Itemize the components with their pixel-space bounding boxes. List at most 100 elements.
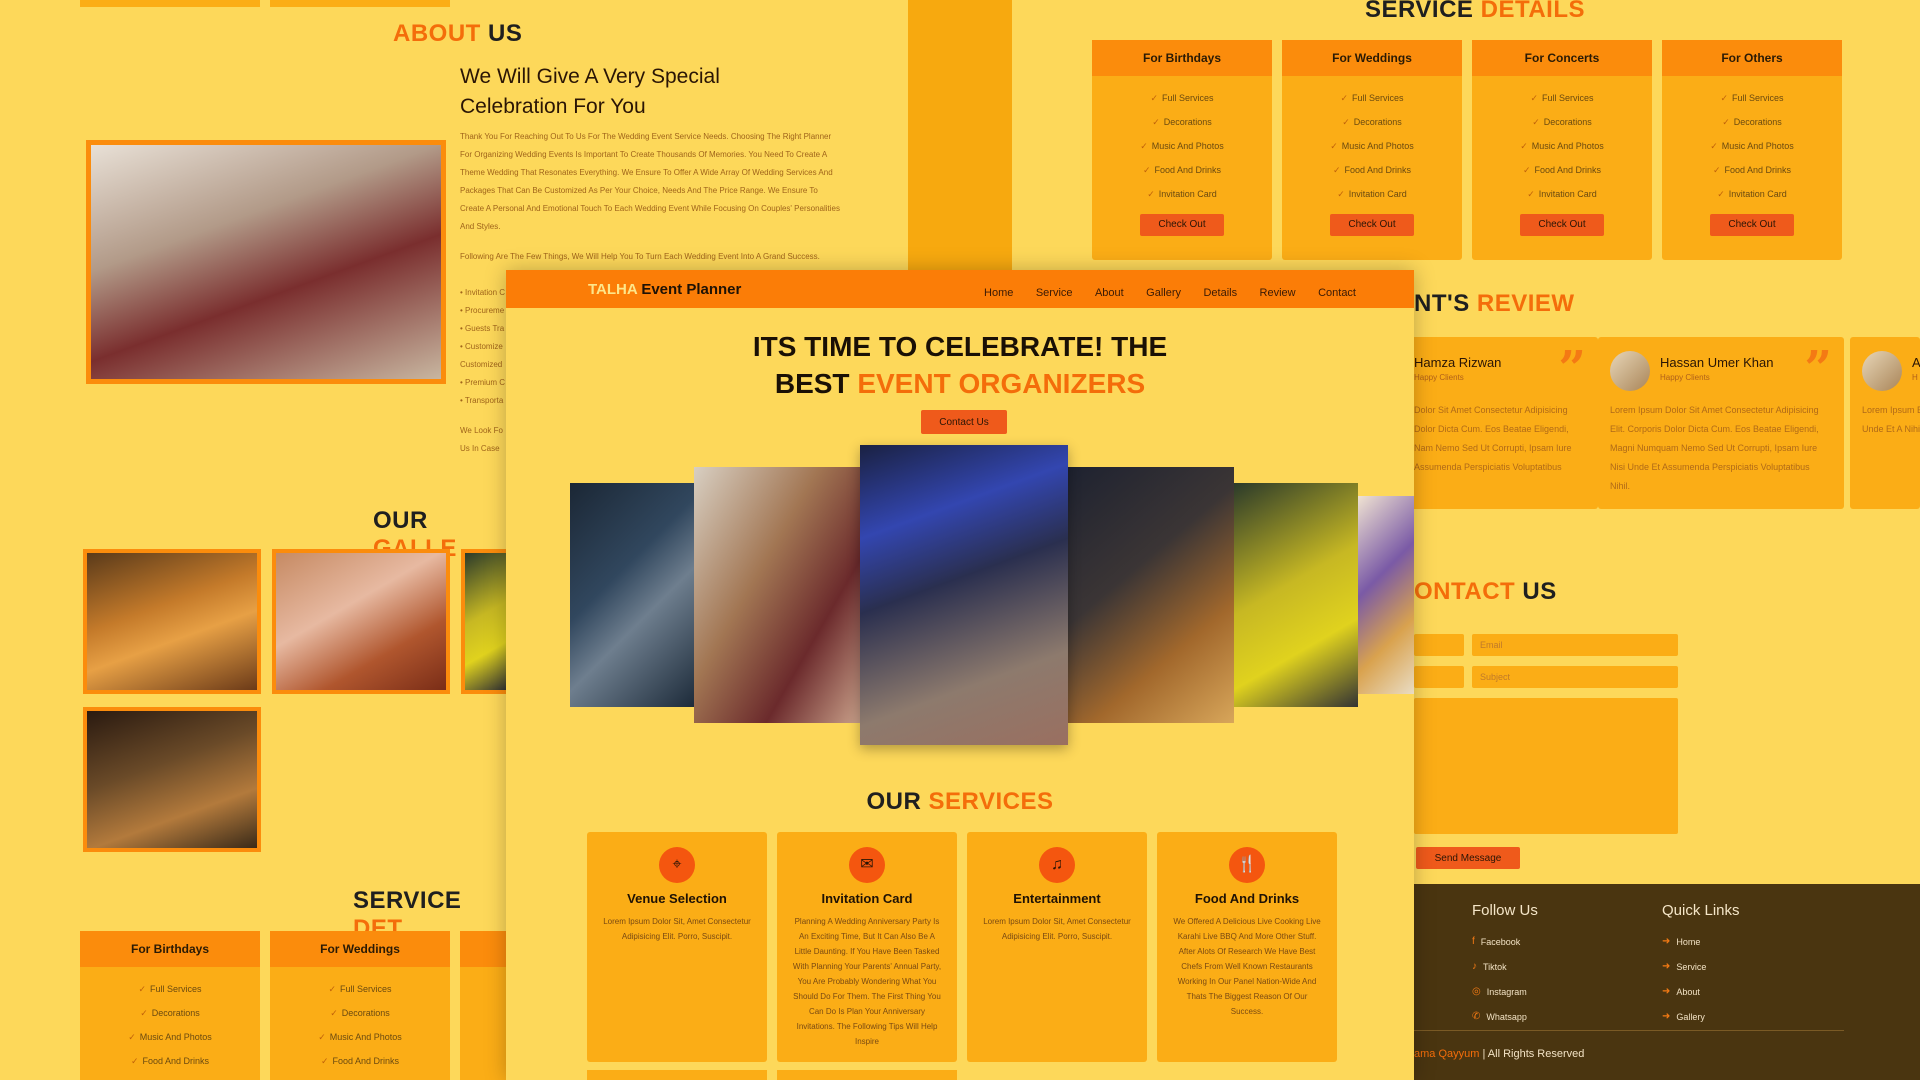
about-bullet: Customized xyxy=(460,360,503,369)
reviewer-role: H xyxy=(1912,373,1918,382)
check-out-button[interactable]: Check Out xyxy=(1710,214,1794,236)
about-paragraph-2: Following Are The Few Things, We Will He… xyxy=(460,252,820,261)
nav-gallery[interactable]: Gallery xyxy=(1146,287,1181,299)
tiktok-icon: ♪ xyxy=(1472,961,1477,972)
service-details-heading: SERVICE DETAILS xyxy=(1365,0,1585,23)
nav-service[interactable]: Service xyxy=(1036,287,1073,299)
reviewer-name: A xyxy=(1912,355,1920,370)
check-icon: ✓ xyxy=(1337,189,1345,199)
check-out-button[interactable]: Check Out xyxy=(1520,214,1604,236)
check-icon: ✓ xyxy=(1152,117,1160,127)
avatar xyxy=(1610,351,1650,391)
footer-link-facebook[interactable]: f Facebook xyxy=(1472,929,1527,954)
service-card-birthdays: For Birthdays ✓ Full Services ✓ Decoration… xyxy=(1092,40,1272,260)
check-icon: ✓ xyxy=(140,1008,148,1018)
about-paragraph-3b: Us In Case xyxy=(460,444,500,453)
carousel-image[interactable] xyxy=(1234,483,1358,707)
about-title: We Will Give A Very Special Celebration … xyxy=(460,65,720,118)
check-icon: ✓ xyxy=(1150,93,1159,103)
check-icon: ✓ xyxy=(1332,165,1341,175)
check-icon: ✓ xyxy=(1520,141,1528,151)
check-out-button[interactable]: Check Out xyxy=(1140,214,1224,236)
check-out-button[interactable]: Check Out xyxy=(1330,214,1414,236)
service-card-others: For Others ✓ Full Services ✓ Decorations ✓… xyxy=(1662,40,1842,260)
carousel-image[interactable] xyxy=(1068,467,1234,723)
about-heading: ABOUT US xyxy=(393,20,523,47)
arrow-right-icon: ➜ xyxy=(1662,936,1671,947)
whatsapp-icon: ✆ xyxy=(1472,1011,1481,1022)
carousel-image[interactable] xyxy=(694,467,860,723)
about-bullet: • Guests Tra xyxy=(460,324,505,333)
footer-link-instagram[interactable]: ◎ Instagram xyxy=(1472,979,1527,1004)
check-icon: ✓ xyxy=(320,1056,329,1066)
nav-home[interactable]: Home xyxy=(984,287,1013,299)
arrow-right-icon: ➜ xyxy=(1662,986,1671,997)
service-details-section-bottom: SERVICE DET For Birthdays ✓ Full Services… xyxy=(0,879,506,1080)
check-icon: ✓ xyxy=(1712,165,1721,175)
quote-icon: ” xyxy=(1804,341,1832,397)
footer-link-home[interactable]: ➜ Home xyxy=(1662,929,1706,954)
about-bullet: • Invitation C xyxy=(460,288,506,297)
send-message-button[interactable]: Send Message xyxy=(1416,847,1520,869)
check-icon: ✓ xyxy=(138,984,147,994)
check-icon: ✓ xyxy=(1142,165,1151,175)
review-text: Lorem Ipsum Dolor Sit Amet Consectetur A… xyxy=(1610,405,1819,491)
service-entertainment: ♫ Entertainment Lorem Ipsum Dolor Sit, A… xyxy=(967,832,1147,1062)
nav-contact[interactable]: Contact xyxy=(1318,287,1356,299)
check-icon: ✓ xyxy=(1342,117,1350,127)
check-icon: ✓ xyxy=(1717,189,1725,199)
footer: Follow Us f Facebook ♪ Tiktok ◎ Instagram ✆… xyxy=(1414,884,1920,1080)
check-icon: ✓ xyxy=(1522,165,1531,175)
email-field[interactable]: Email xyxy=(1472,634,1678,656)
footer-link-about[interactable]: ➜ About xyxy=(1662,979,1706,1004)
check-icon: ✓ xyxy=(1147,189,1155,199)
carousel-image[interactable] xyxy=(570,483,694,707)
footer-link-tiktok[interactable]: ♪ Tiktok xyxy=(1472,954,1527,979)
check-icon: ✓ xyxy=(1710,141,1718,151)
nav-details[interactable]: Details xyxy=(1203,287,1237,299)
check-icon: ✓ xyxy=(1340,93,1349,103)
gallery-section: OUR GALLE xyxy=(0,497,506,879)
panel-divider xyxy=(908,0,1012,270)
review-card: Hamza Rizwan Happy Clients ” Dolor Sit A… xyxy=(1390,337,1598,509)
about-paragraph-3: We Look Fo xyxy=(460,426,503,435)
review-card: Hassan Umer Khan Happy Clients ” Lorem I… xyxy=(1598,337,1844,509)
nav-menu: Home Service About Gallery Details Revie… xyxy=(966,283,1356,301)
carousel-image-active[interactable] xyxy=(860,445,1068,745)
gallery-image[interactable] xyxy=(272,549,450,694)
gallery-image[interactable] xyxy=(461,549,506,694)
gallery-image[interactable] xyxy=(83,707,261,852)
check-icon: ✓ xyxy=(1140,141,1148,151)
follow-title: Follow Us xyxy=(1472,902,1538,919)
check-icon: ✓ xyxy=(1530,93,1539,103)
contact-us-button[interactable]: Contact Us xyxy=(921,410,1007,434)
footer-link-whatsapp[interactable]: ✆ Whatsapp xyxy=(1472,1004,1527,1029)
brand-logo[interactable]: TALHA Event Planner xyxy=(588,281,741,298)
check-icon: ✓ xyxy=(1722,117,1730,127)
service-card-birthdays: For Birthdays ✓ Full Services ✓ Decoration… xyxy=(80,931,260,1080)
review-text: Lorem Ipsum Elit. Corporis Magni Numqu N… xyxy=(1862,405,1920,434)
footer-link-gallery[interactable]: ➜ Gallery xyxy=(1662,1004,1706,1029)
review-heading: NT'S REVIEW xyxy=(1414,290,1575,317)
contact-heading: ONTACT US xyxy=(1414,578,1557,605)
check-icon: ✓ xyxy=(128,1032,136,1042)
navbar: TALHA Event Planner Home Service About G… xyxy=(506,270,1414,308)
about-bullet: • Transporta xyxy=(460,396,504,405)
about-bullet: • Premium C xyxy=(460,378,506,387)
copyright: ama Qayyum | All Rights Reserved xyxy=(1414,1048,1585,1060)
review-card: A H Lorem Ipsum Elit. Corporis Magni Num… xyxy=(1850,337,1920,509)
gallery-image[interactable] xyxy=(83,549,261,694)
message-field[interactable] xyxy=(1414,698,1678,834)
nav-about[interactable]: About xyxy=(1095,287,1124,299)
check-icon: ✓ xyxy=(1532,117,1540,127)
check-icon: ✓ xyxy=(1330,141,1338,151)
nav-review[interactable]: Review xyxy=(1260,287,1296,299)
main-page: TALHA Event Planner Home Service About G… xyxy=(506,270,1414,1080)
reviewer-role: Happy Clients xyxy=(1660,373,1710,382)
subject-field[interactable]: Subject xyxy=(1472,666,1678,688)
hero-title: ITS TIME TO CELEBRATE! THE BEST EVENT OR… xyxy=(752,331,1168,399)
carousel-image[interactable] xyxy=(1358,496,1414,694)
about-bullet: • Procureme xyxy=(460,306,505,315)
footer-link-service[interactable]: ➜ Service xyxy=(1662,954,1706,979)
contact-section: ONTACT US Email Subject Send Message xyxy=(1414,522,1920,884)
